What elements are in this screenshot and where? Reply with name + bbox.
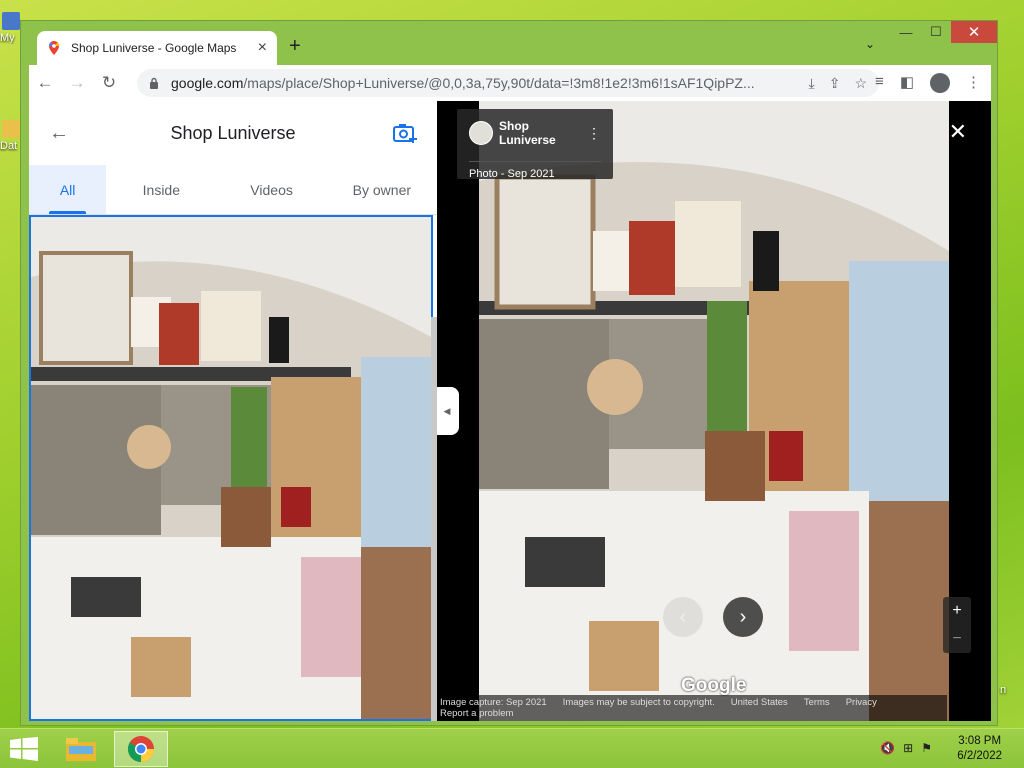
place-title: Shop Luniverse [170, 122, 296, 143]
bookmark-star-icon[interactable]: ☆ [854, 75, 867, 92]
add-photo-icon[interactable] [393, 123, 417, 143]
taskbar-clock[interactable]: 3:08 PM 6/2/2022 [957, 734, 1002, 764]
zoom-out-button[interactable]: − [952, 630, 961, 648]
report-problem-link[interactable]: Report a problem [440, 708, 944, 719]
volume-muted-icon[interactable]: 🔇 [880, 741, 895, 755]
tab-search-chevron-icon[interactable]: ⌄ [865, 37, 875, 51]
desktop-icon-label: My [0, 32, 15, 44]
tab-strip: Shop Luniverse - Google Maps × + ⌄ — ☐ ✕ [21, 21, 997, 65]
minimize-button[interactable]: — [891, 21, 921, 43]
desktop-icon-label: Dat [0, 140, 18, 152]
country-link[interactable]: United States [731, 697, 788, 708]
clock-date: 6/2/2022 [957, 750, 1002, 762]
browser-window: Shop Luniverse - Google Maps × + ⌄ — ☐ ✕… [20, 20, 998, 726]
toolbar-right: ≡ ◧ ⋮ [875, 73, 981, 93]
photos-header: ← Shop Luniverse [29, 101, 437, 165]
collapse-panel-button[interactable]: ◀ [437, 387, 459, 435]
lock-icon [150, 77, 158, 89]
share-icon[interactable]: ⇪ [829, 75, 841, 92]
url-host: google.com [171, 75, 244, 91]
profile-avatar-icon[interactable] [930, 73, 950, 93]
photo-owner-card: Shop Luniverse ⋮ Photo - Sep 2021 [457, 109, 613, 180]
google-logo: Google [681, 675, 747, 696]
tab-title: Shop Luniverse - Google Maps [71, 41, 237, 55]
tab-inside[interactable]: Inside [106, 165, 216, 214]
desktop-icon-computer[interactable]: My [0, 12, 22, 44]
selected-photo-thumbnail[interactable] [29, 215, 433, 721]
taskbar: 🔇 ⊞ ⚑ 3:08 PM 6/2/2022 [0, 728, 1024, 768]
tab-all[interactable]: All [29, 165, 107, 214]
tab-by-owner[interactable]: By owner [327, 165, 437, 214]
clock-time: 3:08 PM [958, 735, 1002, 747]
back-arrow-icon[interactable]: ← [49, 122, 69, 145]
image-capture-date: Image capture: Sep 2021 [440, 697, 547, 708]
url-path: /maps/place/Shop+Luniverse/@0,0,3a,75y,9… [243, 75, 755, 91]
system-tray: 🔇 ⊞ ⚑ [880, 741, 932, 755]
install-app-icon[interactable]: ⤓ [809, 75, 815, 92]
desktop-edge-label: n [1000, 684, 1007, 696]
reload-icon[interactable]: ↻ [93, 73, 125, 93]
window-close-button[interactable]: ✕ [951, 21, 997, 43]
omnibox-actions: ⤓ ⇪ ☆ [809, 75, 880, 92]
back-arrow-icon[interactable]: ← [29, 73, 61, 93]
tab-close-icon[interactable]: × [258, 39, 267, 57]
owner-name[interactable]: Shop Luniverse [499, 119, 587, 147]
window-controls: — ☐ ✕ [891, 21, 997, 43]
close-viewer-icon[interactable]: ✕ [949, 119, 967, 145]
new-tab-button[interactable]: + [289, 35, 301, 58]
computer-icon [2, 12, 20, 30]
photo-viewer: ◀ Shop Luniverse ⋮ Photo - Sep 2021 ✕ ‹ … [437, 101, 991, 721]
bus-interior-photo-large [479, 101, 949, 721]
network-icon[interactable]: ⊞ [903, 741, 913, 755]
maps-content: ← Shop Luniverse All Inside Videos By ow… [29, 101, 991, 721]
owner-avatar[interactable] [469, 121, 493, 145]
desktop-icon-data[interactable]: Dat [0, 120, 22, 152]
browser-tab[interactable]: Shop Luniverse - Google Maps × [37, 31, 277, 65]
previous-photo-button[interactable]: ‹ [663, 597, 703, 637]
photo-date: Photo - Sep 2021 [469, 161, 601, 180]
photos-panel: ← Shop Luniverse All Inside Videos By ow… [29, 101, 437, 721]
file-explorer-icon [66, 738, 96, 761]
action-center-icon[interactable]: ⚑ [921, 741, 932, 755]
next-photo-button[interactable]: › [723, 597, 763, 637]
maximize-button[interactable]: ☐ [921, 21, 951, 43]
address-bar[interactable]: google.com/maps/place/Shop+Luniverse/@0,… [137, 69, 879, 97]
taskbar-chrome[interactable] [114, 731, 168, 767]
taskbar-file-explorer[interactable] [54, 731, 108, 767]
attribution-bar: Image capture: Sep 2021 Images may be su… [437, 695, 947, 721]
forward-arrow-icon[interactable]: → [61, 73, 93, 93]
zoom-in-button[interactable]: + [952, 602, 961, 620]
google-maps-icon [49, 41, 59, 55]
copyright-notice: Images may be subject to copyright. [562, 697, 715, 708]
data-folder-icon [2, 120, 20, 138]
browser-toolbar: ← → ↻ google.com/maps/place/Shop+Luniver… [29, 65, 991, 101]
tab-videos[interactable]: Videos [216, 165, 326, 214]
terms-link[interactable]: Terms [804, 697, 830, 708]
side-panel-icon[interactable]: ◧ [900, 73, 914, 93]
bus-interior-photo [31, 217, 431, 719]
media-controls-icon[interactable]: ≡ [875, 73, 884, 93]
url-text: google.com/maps/place/Shop+Luniverse/@0,… [171, 75, 809, 91]
photo-category-tabs: All Inside Videos By owner [29, 165, 437, 215]
chrome-icon [127, 736, 155, 763]
privacy-link[interactable]: Privacy [846, 697, 877, 708]
browser-menu-icon[interactable]: ⋮ [966, 73, 981, 93]
zoom-controls: + − [943, 597, 971, 653]
windows-start-icon[interactable] [10, 737, 38, 761]
more-options-icon[interactable]: ⋮ [587, 125, 601, 142]
